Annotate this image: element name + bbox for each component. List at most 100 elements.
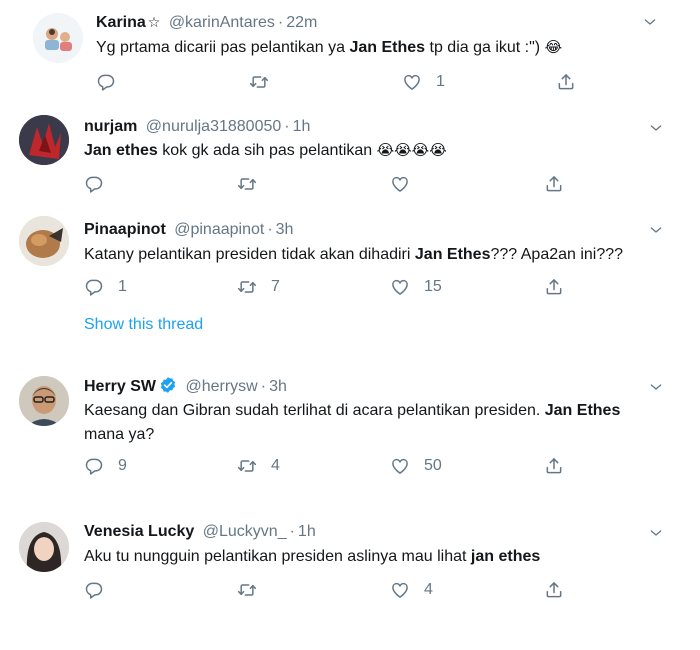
chevron-down-icon[interactable] [648,379,664,395]
share-button[interactable] [544,579,564,601]
tweet-text: Kaesang dan Gibran sudah terlihat di aca… [84,399,654,447]
retweet-count: 4 [271,457,280,474]
reply-button[interactable] [84,173,118,195]
share-icon [544,277,564,297]
share-button[interactable] [544,173,564,195]
retweet-icon [237,277,257,297]
like-count: 4 [424,581,433,598]
retweet-button[interactable]: 4 [237,455,280,477]
show-thread-link[interactable]: Show this thread [84,316,203,334]
like-button[interactable]: 50 [390,455,442,477]
reply-button[interactable]: 9 [84,455,127,477]
like-icon [390,277,410,297]
timestamp[interactable]: 1h [298,523,316,540]
avatar[interactable] [19,216,69,266]
reply-count: 9 [118,457,127,474]
separator-dot: · [277,14,284,31]
like-icon [402,72,422,92]
emoji: 😭😭😭😭 [376,142,447,159]
text-segment: Yg prtama dicarii pas pelantikan ya [96,39,350,56]
share-icon [544,580,564,600]
avatar[interactable] [19,376,69,426]
reply-icon [84,174,104,194]
like-button[interactable]: 4 [390,579,433,601]
text-segment: kok gk ada sih pas pelantikan [157,142,377,159]
emoji: 😂 [544,39,563,56]
retweet-icon [237,456,257,476]
like-count: 50 [424,457,442,474]
timestamp[interactable]: 3h [269,378,287,395]
display-name[interactable]: Pinaapinot [84,221,166,238]
text-segment: Aku tu nungguin pelantikan presiden asli… [84,548,471,565]
reply-button[interactable]: 1 [84,276,127,298]
text-highlight: Jan Ethes [414,246,491,263]
reply-button[interactable] [96,71,130,93]
share-icon [544,174,564,194]
share-button[interactable] [556,71,576,93]
chevron-down-icon[interactable] [648,525,664,541]
user-handle[interactable]: @pinaapinot [174,221,264,238]
like-icon [390,580,410,600]
tweet-text: Yg prtama dicarii pas pelantikan ya Jan … [96,36,562,60]
like-count: 15 [424,278,442,295]
chevron-down-icon[interactable] [642,14,658,30]
reply-icon [84,456,104,476]
reply-icon [84,580,104,600]
retweet-count: 7 [271,278,280,295]
separator-dot: · [289,523,295,540]
display-name[interactable]: Herry SW [84,378,156,395]
retweet-button[interactable]: 7 [237,276,280,298]
share-button[interactable] [544,455,564,477]
avatar[interactable] [19,115,69,165]
like-count: 1 [436,73,445,90]
display-name[interactable]: Karina [96,14,146,31]
text-highlight: jan ethes [470,548,541,565]
avatar[interactable] [33,13,83,63]
timestamp[interactable]: 3h [276,221,294,238]
like-button[interactable]: 1 [402,71,445,93]
retweet-icon [249,72,269,92]
separator-dot: · [284,118,290,135]
retweet-button[interactable] [249,71,283,93]
like-button[interactable] [390,173,424,195]
reply-count: 1 [118,278,127,295]
user-handle[interactable]: @karinAntares [169,14,275,31]
text-segment: Kaesang dan Gibran sudah terlihat di aca… [84,402,545,419]
tweet-text: Jan ethes kok gk ada sih pas pelantikan … [84,139,447,163]
retweet-icon [237,580,257,600]
like-icon [390,456,410,476]
share-icon [544,456,564,476]
tweet-text: Aku tu nungguin pelantikan presiden asli… [84,545,540,569]
name-star-symbol: ☆ [147,14,161,30]
text-segment: tp dia ga ikut :") [425,39,545,56]
text-segment: Katany pelantikan presiden tidak akan di… [84,246,415,263]
display-name[interactable]: nurjam [84,118,137,135]
reply-icon [96,72,116,92]
separator-dot: · [267,221,273,238]
retweet-button[interactable] [237,579,271,601]
share-icon [556,72,576,92]
like-button[interactable]: 15 [390,276,442,298]
display-name[interactable]: Venesia Lucky [84,523,194,540]
text-highlight: Jan Ethes [349,39,426,56]
text-segment: ??? Apa2an ini??? [490,246,624,263]
user-handle[interactable]: @nurulja31880050 [146,118,281,135]
share-button[interactable] [544,276,564,298]
text-segment: mana ya? [84,426,155,443]
chevron-down-icon[interactable] [648,222,664,238]
user-handle[interactable]: @Luckyvn_ [203,523,287,540]
timestamp[interactable]: 1h [293,118,311,135]
text-highlight: Jan ethes [84,142,158,159]
avatar[interactable] [19,522,69,572]
like-icon [390,174,410,194]
user-handle[interactable]: @herrysw [185,378,257,395]
reply-icon [84,277,104,297]
chevron-down-icon[interactable] [648,120,664,136]
retweet-button[interactable] [237,173,271,195]
tweet-text: Katany pelantikan presiden tidak akan di… [84,243,623,267]
retweet-icon [237,174,257,194]
text-highlight: Jan Ethes [544,402,621,419]
reply-button[interactable] [84,579,118,601]
timestamp[interactable]: 22m [286,14,317,31]
separator-dot: · [260,378,267,395]
